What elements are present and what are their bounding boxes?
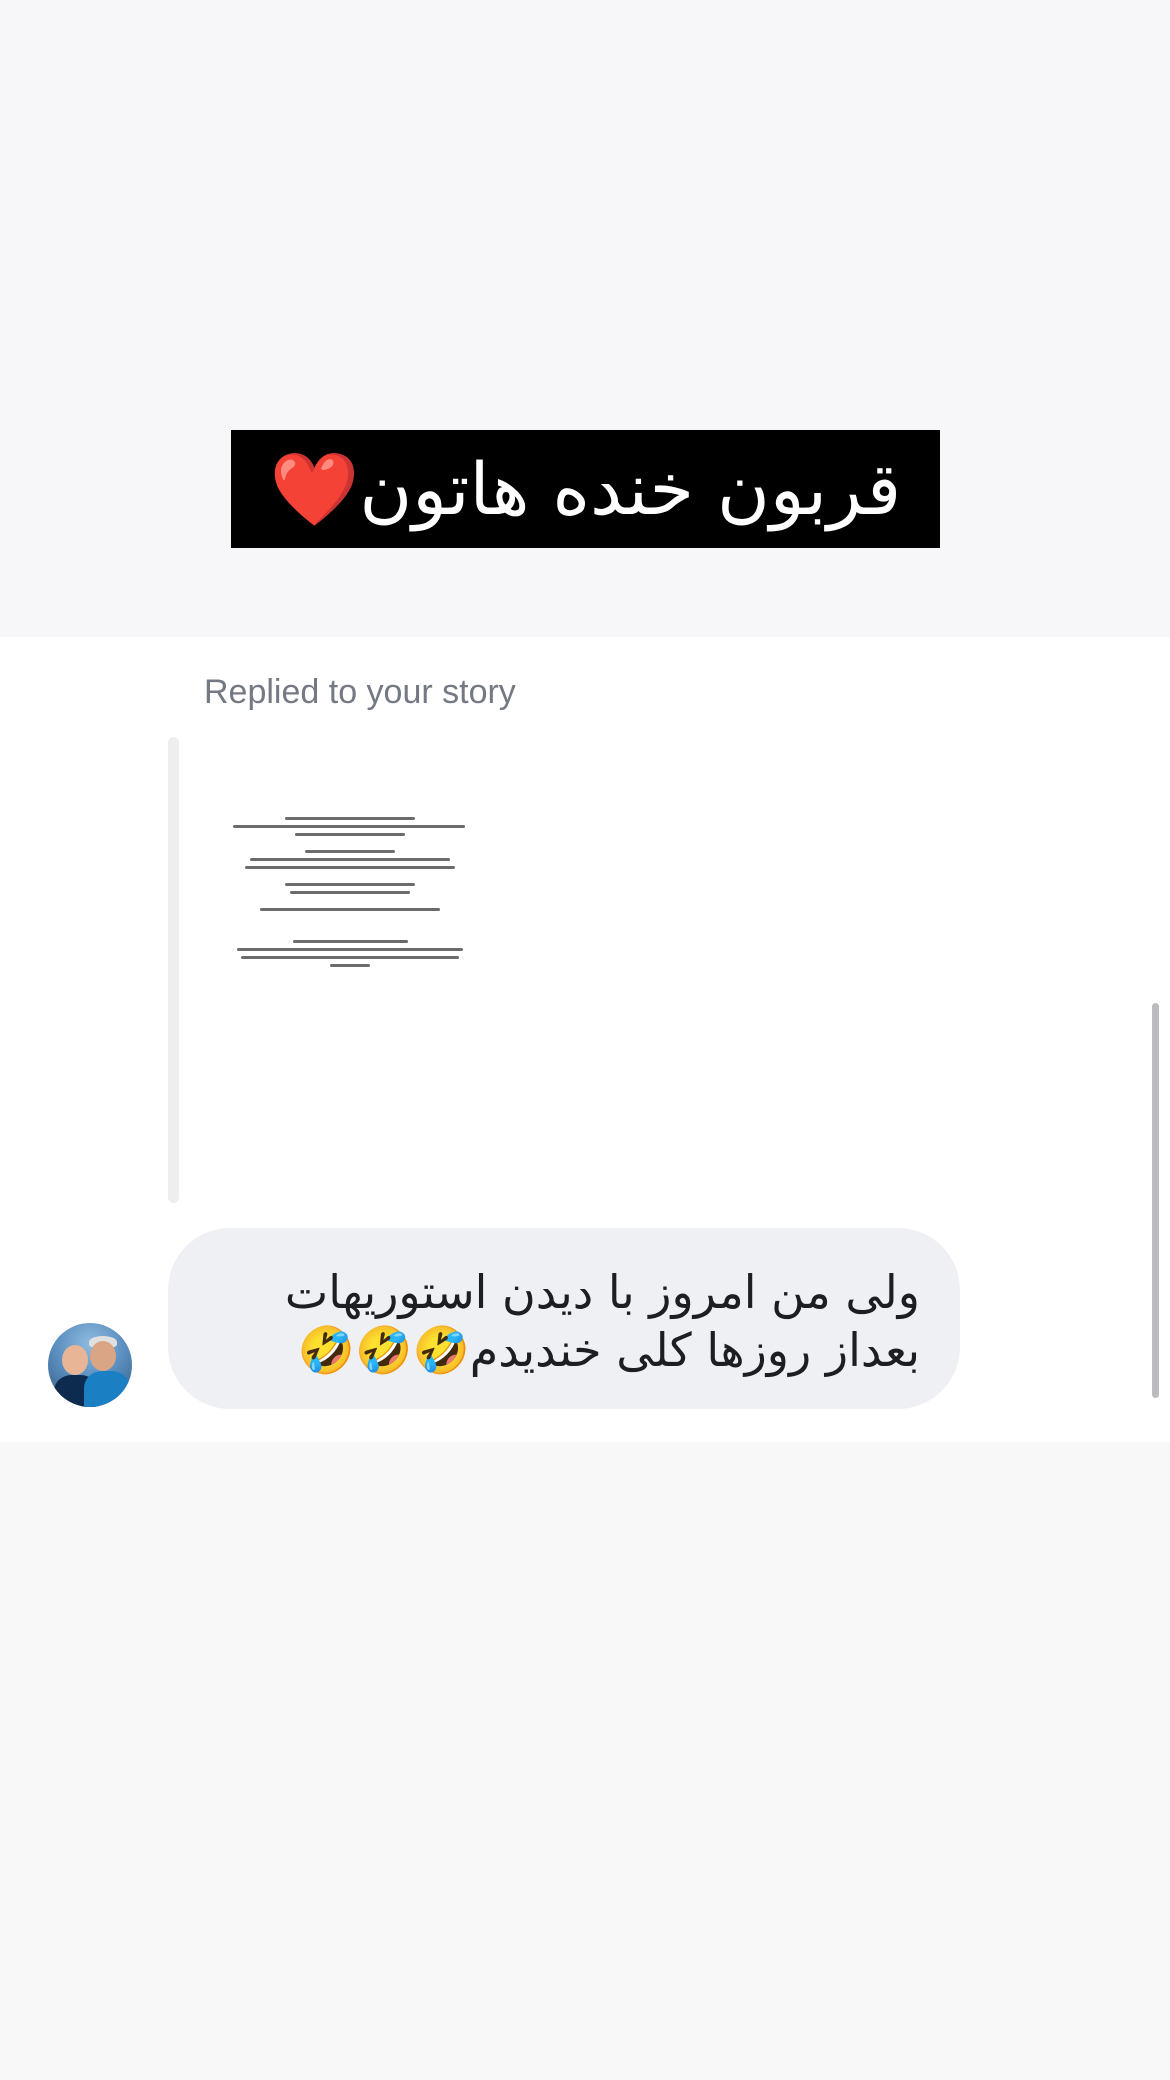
message-text: ولی من امروز با دیدن استوریهات بعداز روز… [284, 1265, 920, 1377]
message-bubble[interactable]: ولی من امروز با دیدن استوریهات بعداز روز… [168, 1228, 960, 1409]
story-thumbnail-text-lines [225, 812, 475, 1012]
replied-to-story-label: Replied to your story [204, 673, 516, 711]
reply-quote-bar [168, 737, 179, 1203]
scrollbar[interactable] [1152, 1003, 1159, 1398]
story-preview-area: قربون خنده هاتون❤️ [0, 0, 1170, 637]
story-caption: قربون خنده هاتون❤️ [269, 447, 902, 531]
story-reply-thumbnail[interactable] [225, 812, 475, 1012]
story-caption-box: قربون خنده هاتون❤️ [231, 430, 940, 548]
sender-avatar[interactable] [48, 1323, 132, 1407]
conversation-thread: Replied to your story ولی من امروز با دی… [0, 637, 1170, 1442]
